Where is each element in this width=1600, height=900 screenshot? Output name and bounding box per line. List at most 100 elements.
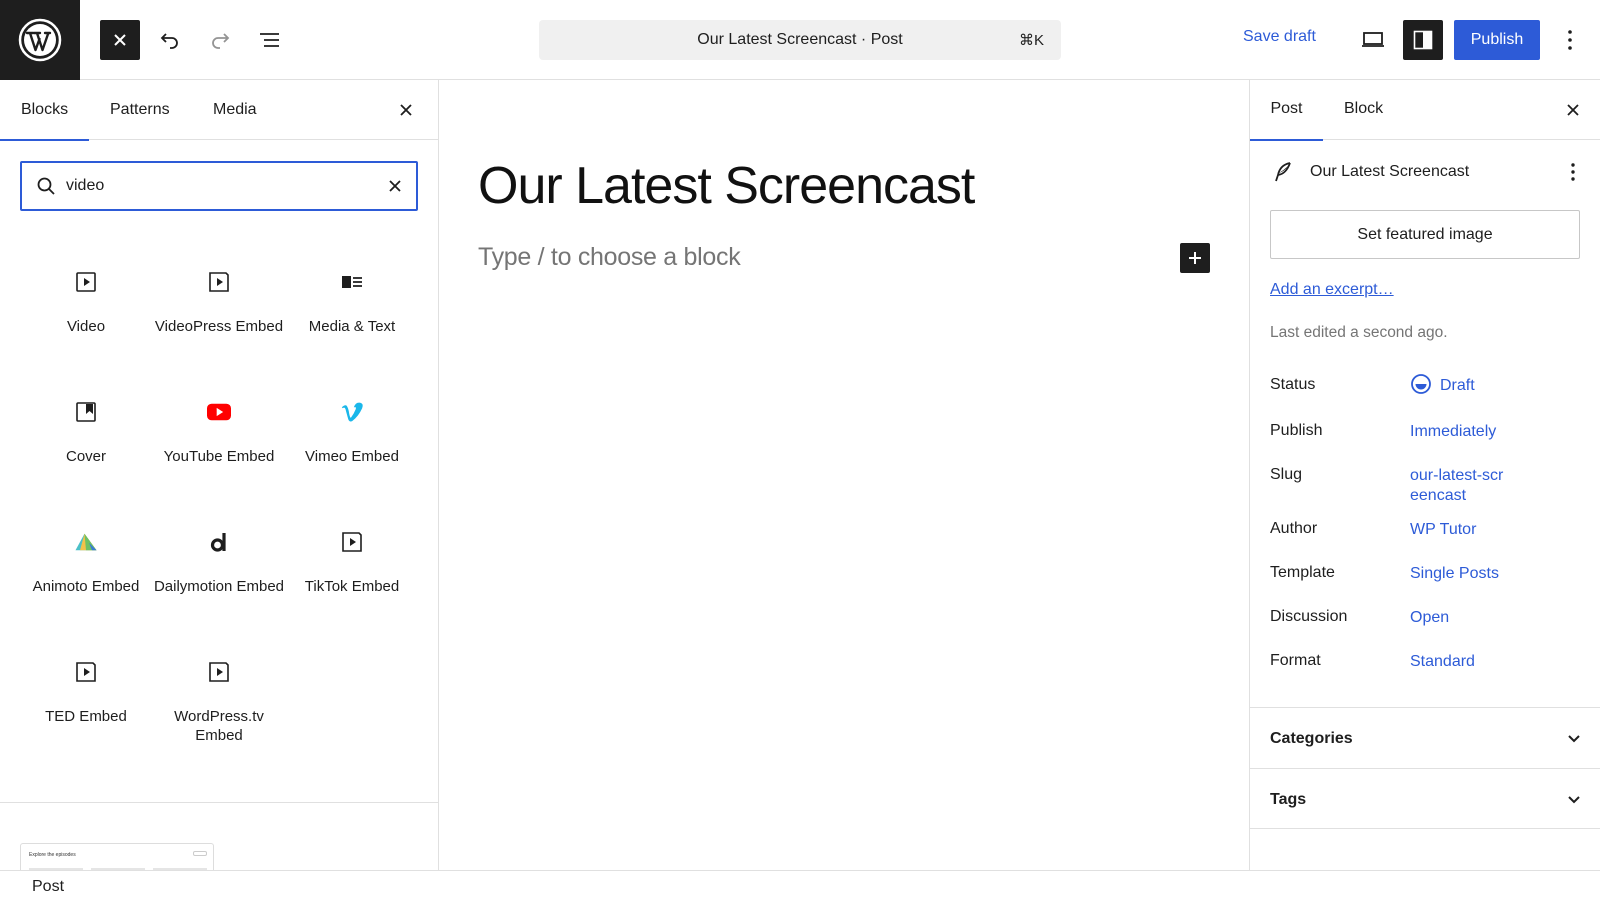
close-sidebar-icon[interactable] [1563, 100, 1583, 120]
meta-value-text: Draft [1440, 377, 1475, 394]
block-tiktok-embed[interactable]: TikTok Embed [286, 510, 418, 628]
more-vertical-icon[interactable] [1565, 160, 1581, 184]
chevron-down-icon [1565, 791, 1583, 809]
embed-video-icon [207, 660, 231, 684]
block-vimeo-embed[interactable]: Vimeo Embed [286, 380, 418, 498]
breadcrumb[interactable]: Post [32, 878, 64, 896]
block-label: TED Embed [45, 708, 127, 725]
close-inserter-icon[interactable] [396, 100, 416, 120]
block-label: Animoto Embed [32, 578, 140, 595]
sidebar-settings-icon[interactable] [1403, 20, 1443, 60]
block-animoto-embed[interactable]: Animoto Embed [20, 510, 152, 628]
dailymotion-icon [207, 530, 231, 554]
video-icon [74, 270, 98, 294]
animoto-icon [74, 530, 98, 554]
embed-video-icon [340, 530, 364, 554]
document-title: Our Latest Screencast · Post [697, 31, 903, 48]
post-summary: Our Latest Screencast [1270, 160, 1581, 186]
vimeo-icon [340, 400, 364, 424]
meta-value[interactable]: Standard [1410, 652, 1530, 672]
meta-label: Publish [1270, 422, 1323, 439]
block-wordpress-tv-embed[interactable]: WordPress.tv Embed [153, 640, 285, 758]
last-edited-text: Last edited a second ago. [1270, 324, 1448, 341]
desktop-preview-icon[interactable] [1353, 20, 1393, 60]
cover-icon [74, 400, 98, 424]
search-input[interactable] [66, 175, 366, 197]
meta-label: Discussion [1270, 608, 1348, 625]
settings-tabs: Post Block [1250, 80, 1600, 141]
post-feather-icon [1272, 161, 1294, 183]
block-label: Vimeo Embed [305, 448, 399, 465]
tab-media[interactable]: Media [213, 80, 257, 140]
block-cover[interactable]: Cover [20, 380, 152, 498]
tab-block[interactable]: Block [1344, 80, 1383, 140]
block-label: TikTok Embed [304, 578, 400, 595]
block-dailymotion-embed[interactable]: Dailymotion Embed [153, 510, 285, 628]
tags-panel-toggle[interactable]: Tags [1250, 768, 1600, 829]
chevron-down-icon [1565, 730, 1583, 748]
editor-header: Our Latest Screencast · Post ⌘K Save dra… [0, 0, 1600, 80]
block-label: YouTube Embed [163, 448, 275, 465]
block-ted-embed[interactable]: TED Embed [20, 640, 152, 758]
meta-label: Template [1270, 564, 1335, 581]
list-view-icon[interactable] [250, 20, 290, 60]
clear-search-icon[interactable] [386, 177, 404, 195]
meta-value[interactable]: Immediately [1410, 422, 1530, 442]
draft-status-icon [1410, 373, 1432, 395]
close-icon[interactable] [100, 20, 140, 60]
pattern-preview-text: Explore the episodes [29, 852, 76, 858]
pattern-preview[interactable]: Explore the episodes [20, 843, 214, 873]
media-text-icon [340, 270, 364, 294]
tab-patterns[interactable]: Patterns [110, 80, 170, 140]
pattern-preview-button [193, 851, 207, 856]
undo-icon[interactable] [150, 20, 190, 60]
meta-value[interactable]: Open [1410, 608, 1530, 628]
block-media-text[interactable]: Media & Text [286, 250, 418, 368]
block-label: Cover [65, 448, 106, 465]
block-label: VideoPress Embed [154, 318, 284, 335]
publish-button[interactable]: Publish [1454, 20, 1540, 60]
meta-value[interactable]: WP Tutor [1410, 520, 1530, 540]
command-palette-bar[interactable]: Our Latest Screencast · Post ⌘K [539, 20, 1061, 60]
post-title[interactable]: Our Latest Screencast [478, 156, 975, 216]
categories-panel-toggle[interactable]: Categories [1250, 707, 1600, 768]
meta-label: Author [1270, 520, 1318, 537]
block-youtube-embed[interactable]: YouTube Embed [153, 380, 285, 498]
plus-icon [1189, 252, 1201, 264]
embed-video-icon [74, 660, 98, 684]
meta-label: Status [1270, 376, 1316, 393]
block-label: Media & Text [308, 318, 396, 335]
wordpress-logo-icon[interactable] [0, 0, 80, 80]
meta-value[interactable]: Single Posts [1410, 564, 1530, 584]
tab-blocks[interactable]: Blocks [0, 80, 89, 141]
divider [0, 802, 439, 803]
post-summary-title: Our Latest Screencast [1310, 163, 1470, 180]
block-label: WordPress.tv Embed [174, 708, 264, 744]
panel-title: Categories [1270, 730, 1353, 747]
meta-value[interactable]: our-latest-screencast [1410, 466, 1510, 506]
more-vertical-icon[interactable] [1556, 20, 1584, 60]
divider [1250, 828, 1600, 829]
set-featured-image-button[interactable]: Set featured image [1270, 210, 1580, 259]
keyboard-shortcut: ⌘K [1018, 32, 1044, 49]
block-search [20, 161, 418, 211]
meta-label: Slug [1270, 466, 1303, 483]
block-video[interactable]: Video [20, 250, 152, 368]
block-placeholder[interactable]: Type / to choose a block [478, 243, 741, 272]
editor-canvas: Our Latest Screencast Type / to choose a… [440, 80, 1249, 870]
settings-sidebar: Post Block Our Latest Screencast Set fea… [1249, 80, 1600, 870]
search-icon [36, 176, 56, 196]
block-inserter-panel: Blocks Patterns Media Video VideoPress E… [0, 80, 439, 873]
youtube-icon [207, 400, 231, 424]
status-value[interactable]: Draft [1410, 373, 1550, 396]
add-excerpt-link[interactable]: Add an excerpt… [1270, 281, 1394, 299]
tab-post[interactable]: Post [1250, 80, 1323, 141]
meta-label: Format [1270, 652, 1321, 669]
add-block-button[interactable] [1180, 243, 1210, 273]
block-videopress-embed[interactable]: VideoPress Embed [153, 250, 285, 368]
block-label: Dailymotion Embed [153, 578, 285, 595]
editor-footer: Post [0, 870, 1600, 900]
redo-icon[interactable] [200, 20, 240, 60]
save-draft-button[interactable]: Save draft [1243, 28, 1316, 46]
block-label: Video [66, 318, 106, 335]
